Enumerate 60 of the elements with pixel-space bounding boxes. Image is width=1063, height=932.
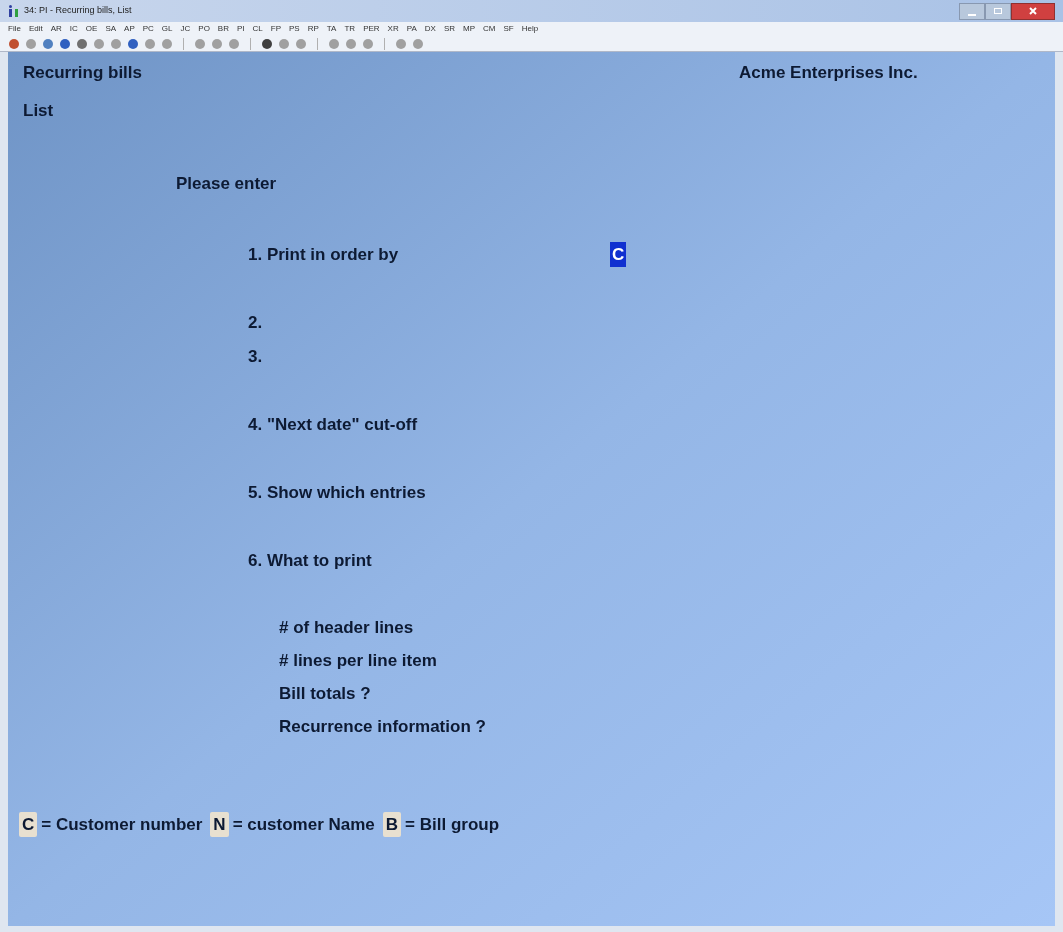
menu-item[interactable]: PC bbox=[142, 23, 154, 35]
menu-item[interactable]: MP bbox=[463, 23, 476, 35]
field-label: 5. Show which entries bbox=[248, 481, 427, 504]
menu-item[interactable]: SF bbox=[503, 23, 514, 35]
menu-item[interactable]: PI bbox=[237, 23, 245, 35]
field-label: 1. Print in order by bbox=[248, 243, 400, 266]
menu-item[interactable]: PO bbox=[198, 23, 210, 35]
menu-item[interactable]: TA bbox=[326, 23, 337, 35]
menu-item[interactable]: IC bbox=[69, 23, 78, 35]
menu-item[interactable]: File bbox=[8, 23, 21, 35]
field-label: 4. "Next date" cut-off bbox=[248, 413, 419, 436]
menu-item[interactable]: PA bbox=[406, 23, 417, 35]
close-icon bbox=[1029, 7, 1037, 15]
field-label: 2. bbox=[248, 311, 264, 334]
menu-item[interactable]: DX bbox=[424, 23, 436, 35]
menu-item[interactable]: GL bbox=[161, 23, 173, 35]
company-name: Acme Enterprises Inc. bbox=[739, 62, 918, 84]
menu-item[interactable]: XR bbox=[387, 23, 399, 35]
menu-item[interactable]: PER bbox=[363, 23, 380, 35]
field-label: 3. bbox=[248, 345, 264, 368]
minimize-button[interactable] bbox=[959, 2, 985, 20]
key-badge: C bbox=[19, 811, 38, 837]
menu-item[interactable]: CL bbox=[252, 23, 263, 35]
close-button[interactable] bbox=[1011, 2, 1055, 20]
app-icon bbox=[8, 5, 20, 17]
menu-item[interactable]: AR bbox=[50, 23, 62, 35]
field-label: Recurrence information ? bbox=[279, 715, 487, 734]
toolbar-icon[interactable] bbox=[8, 37, 20, 50]
key-badge: B bbox=[382, 811, 402, 837]
menu-item[interactable]: Edit bbox=[28, 23, 43, 35]
toolbar-icon[interactable] bbox=[261, 37, 273, 50]
menu-item[interactable]: OE bbox=[85, 23, 98, 35]
maximize-button[interactable] bbox=[985, 2, 1011, 20]
menu-item[interactable]: JC bbox=[180, 23, 191, 35]
toolbar-icon[interactable] bbox=[59, 37, 71, 50]
screen-title: Recurring bills bbox=[23, 62, 143, 84]
legend-text: = Customer number bbox=[41, 813, 203, 836]
toolbar-icon[interactable] bbox=[127, 37, 139, 50]
legend-text: = customer Name bbox=[232, 813, 375, 836]
menu-item[interactable]: Help bbox=[521, 23, 539, 35]
field-label: # lines per line item bbox=[279, 649, 438, 668]
menu-item[interactable]: SR bbox=[443, 23, 456, 35]
menu-item[interactable]: SA bbox=[105, 23, 117, 35]
menu-item[interactable]: AP bbox=[124, 23, 135, 35]
menu-item[interactable]: TR bbox=[344, 23, 356, 35]
menu-item[interactable]: PS bbox=[289, 23, 300, 35]
field-label: Bill totals ? bbox=[279, 682, 372, 701]
prompt-text: Please enter bbox=[176, 174, 277, 193]
menu-item[interactable]: RP bbox=[307, 23, 319, 35]
window-title: 34: PI - Recurring bills, List bbox=[24, 4, 132, 18]
screen-subtitle: List bbox=[23, 100, 54, 120]
legend-text: = Bill group bbox=[405, 813, 500, 836]
menu-item[interactable]: CM bbox=[483, 23, 496, 35]
field-value[interactable]: C bbox=[610, 241, 627, 268]
field-label: 6. What to print bbox=[248, 549, 373, 572]
field-label: # of header lines bbox=[279, 616, 415, 635]
key-badge: N bbox=[210, 811, 229, 837]
menu-item[interactable]: BR bbox=[217, 23, 229, 35]
menu-item[interactable]: FP bbox=[270, 23, 281, 35]
toolbar-icon[interactable] bbox=[76, 37, 88, 50]
